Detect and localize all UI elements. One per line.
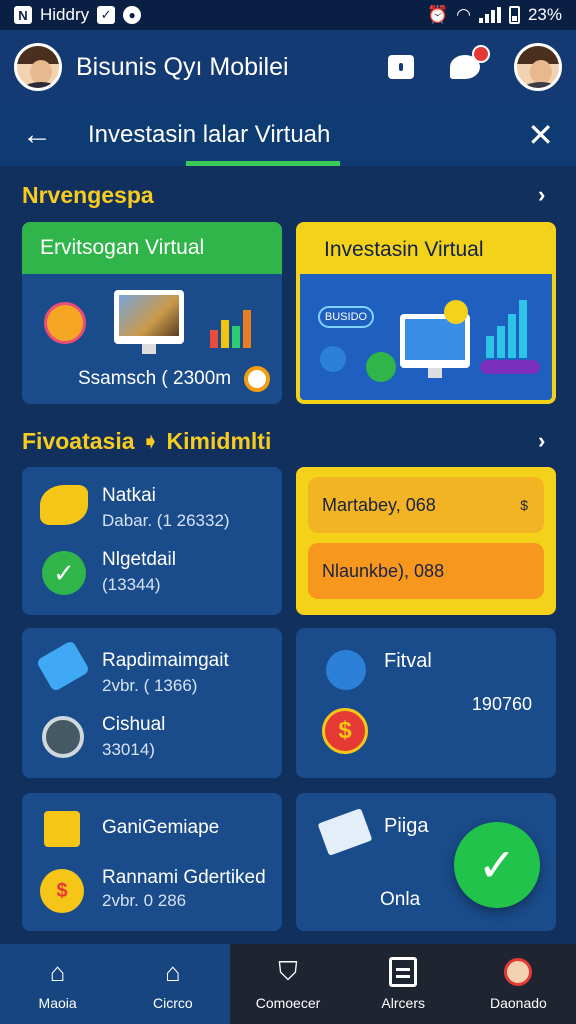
notification-app-icon: N <box>14 6 32 24</box>
bitcoin-icon <box>320 346 346 372</box>
alarm-icon: ⏰ <box>426 5 449 24</box>
notice-icon <box>388 55 414 79</box>
dollar-icon: $ <box>520 497 528 513</box>
row-subtitle: 2vbr. 0 286 <box>102 891 187 910</box>
option-pill[interactable]: Martabey, 068 $ <box>308 477 544 533</box>
app-title: Bisunis Qyı Mobilei <box>76 52 289 81</box>
bar-chart-icon <box>210 304 251 348</box>
nav-item-home[interactable]: ⌂ Maoia <box>0 944 116 1024</box>
document-icon <box>317 808 373 856</box>
battery-icon <box>508 6 520 24</box>
document-icon <box>388 957 418 987</box>
option-pill[interactable]: Nlaunkbe), 088 <box>308 543 544 599</box>
card-footer: Ssamsch ( 2300m <box>78 368 232 389</box>
row-title: GaniGemiape <box>102 817 220 838</box>
section-title-2: Fivoatasia ➧ Kimidmlti <box>22 428 272 454</box>
nav-item-store[interactable]: ⌂ Cicrco <box>115 944 231 1024</box>
growth-chart-icon <box>486 298 527 358</box>
row-subtitle: (13344) <box>102 575 161 594</box>
back-arrow-icon[interactable]: ← <box>22 118 58 152</box>
chip-label: BUSIDO <box>318 306 374 328</box>
gauge-icon <box>42 716 84 758</box>
profile-avatar[interactable] <box>514 43 562 91</box>
card-title: Fitval <box>384 650 432 672</box>
money-icon: $ <box>322 708 368 754</box>
finance-card-games[interactable]: GaniGemiape $ Rannami Gdertiked 2vbr. 0 … <box>22 793 282 931</box>
check-circle-icon: ✓ <box>42 551 86 595</box>
nav-item-commerce[interactable]: ⛉ Comoecer <box>230 944 346 1024</box>
bottom-nav: ⌂ Maoia ⌂ Cicrco ⛉ Comoecer Alrcers Daon… <box>0 944 576 1024</box>
wallet-icon <box>326 650 366 690</box>
coin-icon <box>444 300 468 324</box>
home-icon: ⌂ <box>49 956 66 987</box>
check-notification-icon: ✓ <box>97 6 116 24</box>
row-title: Natkai <box>102 485 156 506</box>
tab-indicator <box>186 161 340 166</box>
check-icon: ✓ <box>477 839 517 891</box>
row-title: Rannami Gdertiked <box>102 867 266 888</box>
row-title: Nlgetdail <box>102 549 176 570</box>
wifi-icon: ◠ <box>456 5 471 24</box>
close-icon[interactable]: ✕ <box>527 116 554 154</box>
nav-label: Daonado <box>490 995 547 1011</box>
virtual-card-right[interactable]: Investasin Virtual BUSIDO <box>296 222 556 404</box>
shield-icon: ⛉ <box>278 956 298 986</box>
battery-percent: 23% <box>527 5 562 24</box>
confirm-fab-button[interactable]: ✓ <box>454 822 540 908</box>
finance-card-payments[interactable]: Rapdimaimgait 2vbr. ( 1366) Cishual 3301… <box>22 628 282 778</box>
tag-icon <box>480 360 540 374</box>
nav-item-reports[interactable]: Alrcers <box>345 944 461 1024</box>
finance-card-total[interactable]: Fitval 190760 $ <box>296 628 556 778</box>
coins-icon <box>40 485 88 525</box>
nav-label: Comoecer <box>255 995 321 1011</box>
pill-label: Martabey, 068 <box>322 494 436 515</box>
pill-label: Nlaunkbe), 088 <box>322 560 445 581</box>
row-subtitle: 2vbr. ( 1366) <box>102 676 198 695</box>
app-header: Bisunis Qyı Mobilei <box>0 30 576 104</box>
sub-header: ← Investasin lalar Virtuah ✕ <box>0 104 576 166</box>
game-avatar-icon <box>44 811 80 847</box>
status-left-text: Hiddry <box>40 5 90 24</box>
card-title: Piiga <box>384 815 429 837</box>
monitor-icon <box>114 290 184 354</box>
badge-icon <box>244 366 270 392</box>
avatar[interactable] <box>14 43 62 91</box>
money-bag-icon: $ <box>40 869 84 913</box>
nav-label: Cicrco <box>152 995 193 1011</box>
section-title-1: Nrvengespa <box>22 182 154 208</box>
finance-card-highlight[interactable]: Martabey, 068 $ Nlaunkbe), 088 <box>296 467 556 615</box>
card-footer: Onla <box>380 889 421 910</box>
notification-badge <box>472 45 490 63</box>
row-title: Cishual <box>102 714 166 735</box>
messages-button[interactable] <box>450 45 490 82</box>
chevron-right-icon[interactable]: › <box>538 428 545 454</box>
nav-label: Alrcers <box>381 995 425 1011</box>
row-subtitle: 33014) <box>102 740 155 759</box>
card-title: Investasin Virtual <box>300 226 552 274</box>
store-icon: ⌂ <box>164 956 181 987</box>
page-title: Investasin lalar Virtuah <box>88 121 331 148</box>
chat-icon <box>450 45 490 79</box>
card-title: Ervitsogan Virtual <box>22 222 282 274</box>
profile-icon <box>503 957 533 987</box>
nav-label: Maoia <box>38 995 77 1011</box>
dollar-icon <box>366 352 396 382</box>
row-subtitle: Dabar. (1 26332) <box>102 511 230 530</box>
sync-notification-icon: ● <box>123 6 142 24</box>
nav-item-profile[interactable]: Daonado <box>460 944 576 1024</box>
row-title: Rapdimaimgait <box>102 650 229 671</box>
status-bar: N Hiddry ✓ ● ⏰ ◠ 23% <box>0 0 576 30</box>
ticket-icon <box>35 639 91 693</box>
finance-card-savings[interactable]: Natkai Dabar. (1 26332) ✓ Nlgetdail (133… <box>22 467 282 615</box>
notice-button[interactable] <box>386 52 416 82</box>
virtual-card-left[interactable]: Ervitsogan Virtual Ssamsch ( 2300m <box>22 222 282 404</box>
signal-icon <box>478 7 501 23</box>
card-value: 190760 <box>471 694 532 714</box>
coin-icon <box>44 302 86 344</box>
chevron-right-icon[interactable]: › <box>538 182 545 208</box>
